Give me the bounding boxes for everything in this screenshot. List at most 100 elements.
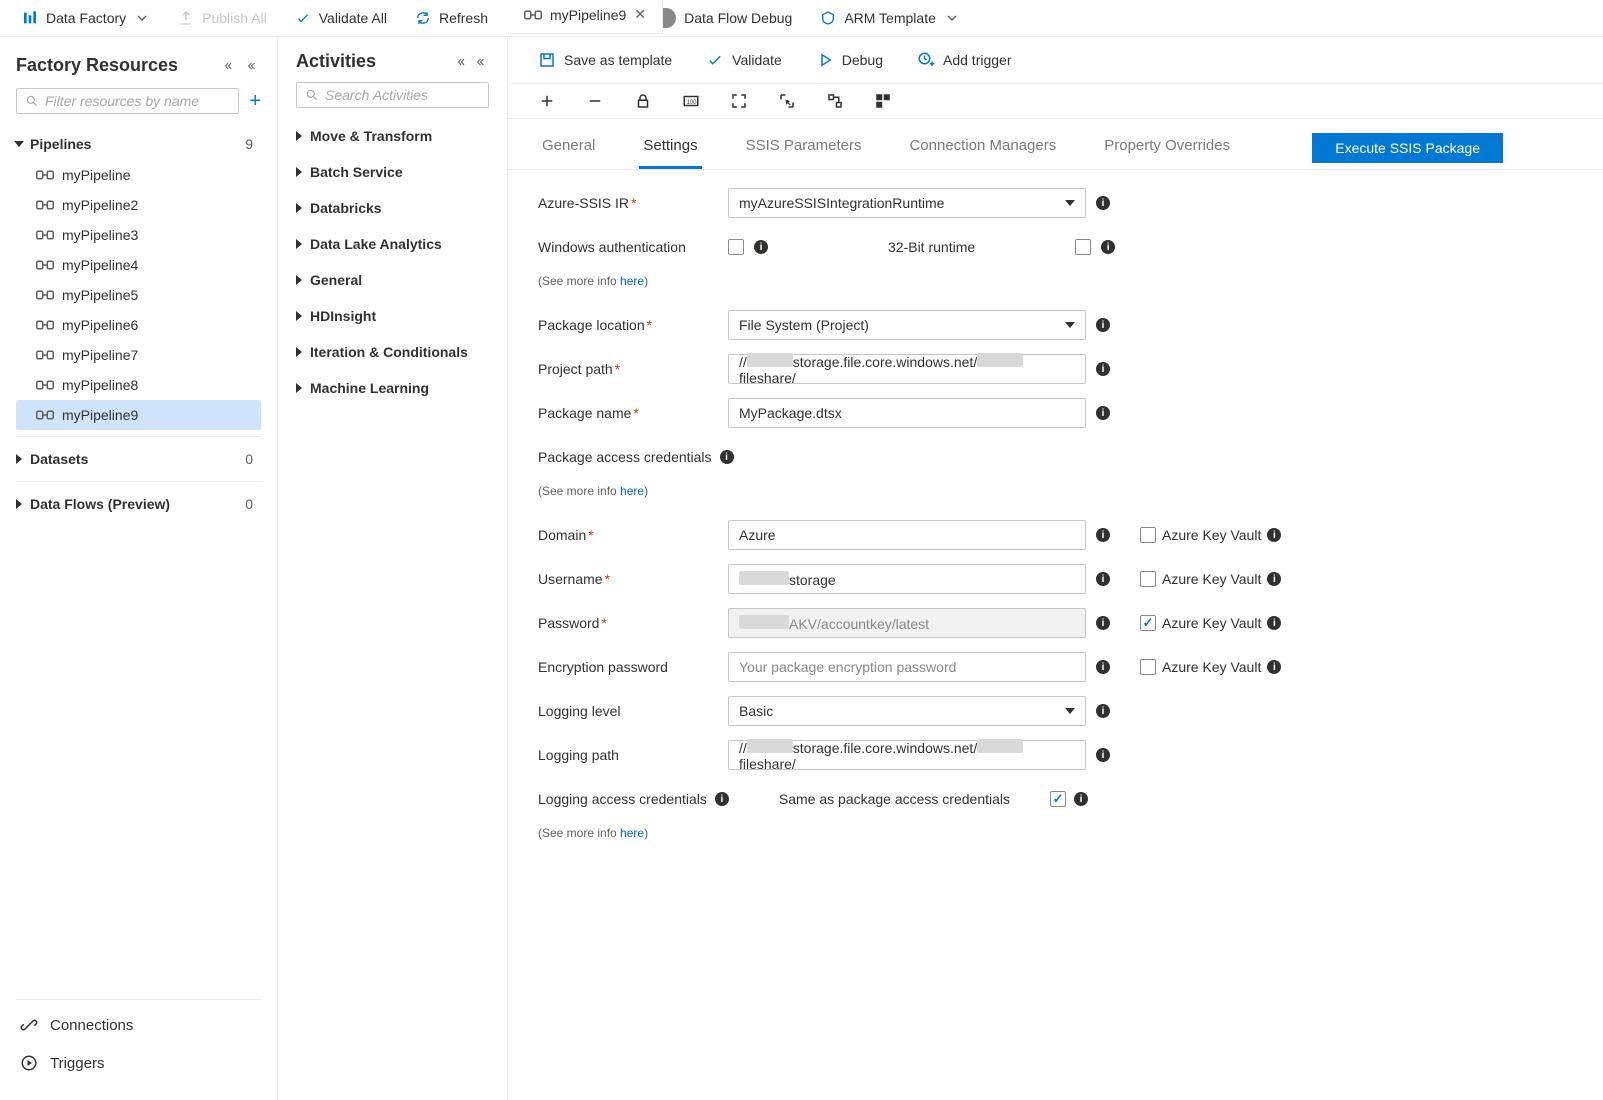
lock-icon[interactable] [634,92,652,110]
see-more-link[interactable]: (See more info here) [538,826,728,840]
azure-ssis-ir-select[interactable]: myAzureSSISIntegrationRuntime [728,188,1086,218]
sidebar-item-pipeline[interactable]: myPipeline4 [16,250,261,280]
info-icon[interactable]: i [1096,528,1110,542]
tab-property-overrides[interactable]: Property Overrides [1100,129,1234,169]
akv-domain-checkbox[interactable] [1140,527,1156,543]
sidebar-item-pipeline[interactable]: myPipeline5 [16,280,261,310]
save-as-template-button[interactable]: Save as template [538,51,672,69]
activity-group[interactable]: Data Lake Analytics [296,226,489,262]
add-trigger-button[interactable]: Add trigger [917,51,1011,69]
activity-group[interactable]: Iteration & Conditionals [296,334,489,370]
tab-general[interactable]: General [538,129,599,169]
info-icon[interactable]: i [1096,660,1110,674]
username-input[interactable]: storage [728,564,1086,594]
execute-ssis-node[interactable]: Execute SSIS Package [1312,133,1503,163]
activity-group[interactable]: HDInsight [296,298,489,334]
info-icon[interactable]: i [1267,616,1281,630]
akv-encpwd-checkbox[interactable] [1140,659,1156,675]
debug-button[interactable]: Debug [816,51,883,69]
info-icon[interactable]: i [1096,196,1110,210]
collapse-icon[interactable] [453,56,467,68]
activity-group[interactable]: Batch Service [296,154,489,190]
chevron-right-icon [16,499,22,509]
zoom-in-icon[interactable] [538,92,556,110]
activity-group[interactable]: Databricks [296,190,489,226]
package-name-input[interactable]: MyPackage.dtsx [728,398,1086,428]
publish-all-button[interactable]: Publish All [178,10,267,26]
validate-button[interactable]: Validate [706,51,782,69]
info-icon[interactable]: i [1096,362,1110,376]
tab-settings[interactable]: Settings [639,129,701,169]
zoom-fit-icon[interactable] [730,92,748,110]
connections-link[interactable]: Connections [16,1006,261,1044]
info-icon[interactable]: i [1074,792,1088,806]
search-activities-input[interactable]: Search Activities [296,82,489,108]
logging-level-select[interactable]: Basic [728,696,1086,726]
activity-group[interactable]: General [296,262,489,298]
minimap-icon[interactable] [874,92,892,110]
see-more-link[interactable]: (See more info here) [538,484,728,498]
windows-auth-checkbox[interactable] [728,239,744,255]
datasets-group[interactable]: Datasets 0 [16,443,261,475]
tab-ssis-parameters[interactable]: SSIS Parameters [742,129,866,169]
dataflows-group[interactable]: Data Flows (Preview) 0 [16,488,261,520]
activity-group-label: Batch Service [310,164,403,180]
encryption-password-placeholder: Your package encryption password [739,659,956,675]
tab-connection-managers[interactable]: Connection Managers [905,129,1060,169]
package-location-select[interactable]: File System (Project) [728,310,1086,340]
close-tab-button[interactable]: ✕ [634,6,646,23]
info-icon[interactable]: i [720,450,734,464]
info-icon[interactable]: i [1096,572,1110,586]
info-icon[interactable]: i [1267,528,1281,542]
info-icon[interactable]: i [1096,616,1110,630]
project-path-input[interactable]: //storage.file.core.windows.net/fileshar… [728,354,1086,384]
sidebar-item-pipeline[interactable]: myPipeline3 [16,220,261,250]
info-icon[interactable]: i [1096,704,1110,718]
akv-password-checkbox[interactable] [1140,615,1156,631]
auto-layout-icon[interactable] [826,92,844,110]
domain-input[interactable]: Azure [728,520,1086,550]
sidebar-item-pipeline[interactable]: myPipeline2 [16,190,261,220]
refresh-button[interactable]: Refresh [415,10,488,26]
see-more-link[interactable]: (See more info here) [538,274,728,288]
info-icon[interactable]: i [1096,406,1110,420]
zoom-100-icon[interactable]: 100 [682,92,700,110]
32bit-runtime-checkbox[interactable] [1075,239,1091,255]
validate-all-button[interactable]: Validate All [295,10,387,26]
add-resource-button[interactable]: + [249,91,261,111]
azure-ssis-ir-label: Azure-SSIS IR* [538,195,728,211]
pipeline-tab[interactable]: myPipeline9 ✕ [508,0,663,33]
encryption-password-input[interactable]: Your package encryption password [728,652,1086,682]
info-icon[interactable]: i [1096,318,1110,332]
info-icon[interactable]: i [1267,660,1281,674]
info-icon[interactable]: i [754,240,768,254]
collapse-left-icon[interactable] [245,60,261,72]
arm-template-menu[interactable]: ARM Template [820,10,960,26]
collapse-left-icon[interactable] [475,56,489,68]
filter-resources-input[interactable]: Filter resources by name [16,88,239,114]
password-input[interactable]: AKV/accountkey/latest [728,608,1086,638]
info-icon[interactable]: i [1096,748,1110,762]
info-icon[interactable]: i [1267,572,1281,586]
sidebar-title: Factory Resources [16,55,261,76]
sidebar-item-pipeline[interactable]: myPipeline8 [16,370,261,400]
select-icon[interactable] [778,92,796,110]
collapse-icon[interactable] [219,60,235,72]
brand-menu[interactable]: Data Factory [22,10,150,26]
same-as-checkbox[interactable] [1050,791,1066,807]
logging-path-input[interactable]: //storage.file.core.windows.net/fileshar… [728,740,1086,770]
activity-group[interactable]: Machine Learning [296,370,489,406]
sidebar-item-pipeline[interactable]: myPipeline [16,160,261,190]
zoom-out-icon[interactable] [586,92,604,110]
dataflows-label: Data Flows (Preview) [30,496,170,512]
azure-ssis-ir-value: myAzureSSISIntegrationRuntime [739,195,944,211]
triggers-link[interactable]: Triggers [16,1044,261,1082]
sidebar-item-pipeline[interactable]: myPipeline6 [16,310,261,340]
sidebar-item-pipeline[interactable]: myPipeline7 [16,340,261,370]
info-icon[interactable]: i [715,792,729,806]
pipelines-group[interactable]: Pipelines 9 [16,128,261,160]
sidebar-item-pipeline[interactable]: myPipeline9 [16,400,261,430]
info-icon[interactable]: i [1101,240,1115,254]
activity-group[interactable]: Move & Transform [296,118,489,154]
akv-username-checkbox[interactable] [1140,571,1156,587]
